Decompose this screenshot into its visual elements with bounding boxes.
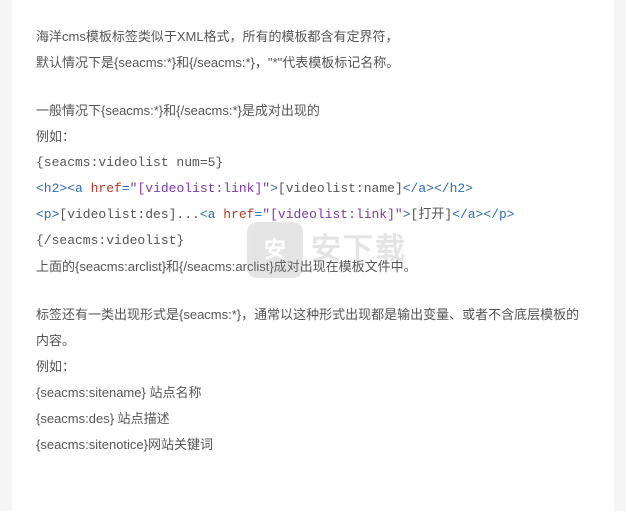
code-line-h2: <h2><a href="[videolist:link]">[videolis… [36,176,590,202]
quote-close: " [262,181,270,196]
document-page: 安 安下载 海洋cms模板标签类似于XML格式，所有的模板都含有定界符， 默认情… [12,0,614,511]
des-placeholder: [videolist:des]... [59,207,199,222]
tag-a-open-end-2: > [403,207,411,222]
single-line-example-label: 例如： [36,354,590,380]
single-block: 标签还有一类出现形式是{seacms:*}，通常以这种形式出现都是输出变量、或者… [36,302,590,458]
tag-a-close: </a> [403,181,434,196]
tag-a-close-2: </a> [452,207,483,222]
tag-a-open-end: > [270,181,278,196]
tag-a-open-2: <a [200,207,223,222]
quote-open-2: " [262,207,270,222]
single-line-sitename: {seacms:sitename} 站点名称 [36,380,590,406]
single-line-des: {seacms:des} 站点描述 [36,406,590,432]
intro-line-1: 海洋cms模板标签类似于XML格式，所有的模板都含有定界符， [36,24,590,50]
single-line-sitenotice: {seacms:sitenotice}网站关键词 [36,432,590,458]
href-value-2: [videolist:link] [270,207,395,222]
attr-href-2: href [223,207,254,222]
general-line-1: 一般情况下{seacms:*}和{/seacms:*}是成对出现的 [36,98,590,124]
tag-p-open: <p> [36,207,59,222]
eq-sign: = [122,181,130,196]
intro-block: 海洋cms模板标签类似于XML格式，所有的模板都含有定界符， 默认情况下是{se… [36,24,590,76]
open-text: [打开] [411,207,453,222]
intro-line-2: 默认情况下是{seacms:*}和{/seacms:*}，"*"代表模板标记名称… [36,50,590,76]
general-line-note: 上面的{seacms:arclist}和{/seacms:arclist}成对出… [36,254,590,280]
general-line-open-tag: {seacms:videolist num=5} [36,150,590,176]
quote-close-2: " [395,207,403,222]
attr-href: href [91,181,122,196]
general-line-example-label: 例如： [36,124,590,150]
general-block: 一般情况下{seacms:*}和{/seacms:*}是成对出现的 例如： {s… [36,98,590,280]
tag-h2-open: <h2> [36,181,67,196]
name-placeholder: [videolist:name] [278,181,403,196]
tag-a-open: <a [67,181,90,196]
single-line-1: 标签还有一类出现形式是{seacms:*}，通常以这种形式出现都是输出变量、或者… [36,302,590,354]
tag-h2-close: </h2> [434,181,473,196]
code-line-p: <p>[videolist:des]...<a href="[videolist… [36,202,590,228]
href-value: [videolist:link] [137,181,262,196]
general-line-close-tag: {/seacms:videolist} [36,228,590,254]
tag-p-close: </p> [483,207,514,222]
